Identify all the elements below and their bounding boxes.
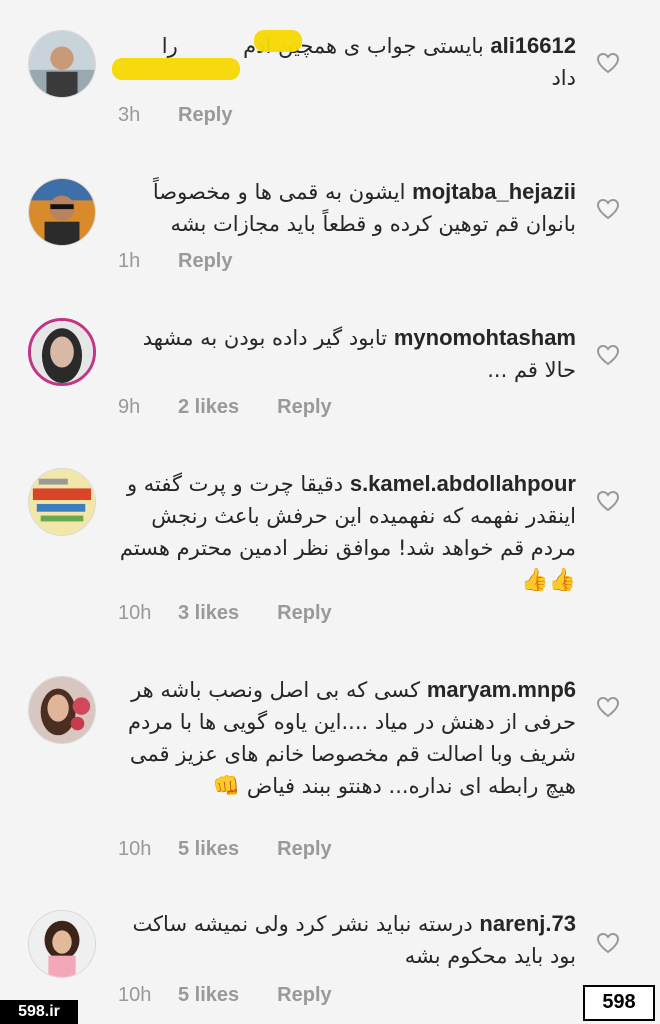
- avatar[interactable]: [28, 910, 96, 978]
- reply-button[interactable]: Reply: [277, 984, 331, 1007]
- comment-text: s.kamel.abdollahpour دقیقا چرت و پرت گفت…: [118, 468, 576, 597]
- reply-button[interactable]: Reply: [277, 396, 331, 419]
- redaction-highlight: [112, 58, 240, 80]
- heart-icon[interactable]: [596, 52, 620, 74]
- comment-line-1-tail: را: [161, 34, 178, 58]
- avatar[interactable]: [28, 318, 96, 386]
- reply-button[interactable]: Reply: [178, 104, 232, 127]
- comment-text: mynomohtasham تابود گیر داده بودن به مشه…: [118, 322, 576, 386]
- likes-count[interactable]: 5 likes: [178, 984, 239, 1007]
- likes-count[interactable]: 2 likes: [178, 396, 239, 419]
- username[interactable]: narenj.73: [479, 911, 576, 936]
- reply-button[interactable]: Reply: [277, 838, 331, 861]
- avatar[interactable]: [28, 676, 96, 744]
- username[interactable]: s.kamel.abdollahpour: [350, 471, 576, 496]
- avatar[interactable]: [28, 30, 96, 98]
- reply-button[interactable]: Reply: [178, 250, 232, 273]
- comment-text: mojtaba_hejazii ایشون به قمی ها و مخصوصا…: [118, 176, 576, 240]
- username[interactable]: maryam.mnp6: [427, 677, 576, 702]
- site-watermark: 598.ir: [0, 1000, 78, 1024]
- username[interactable]: mojtaba_hejazii: [412, 179, 576, 204]
- comment-meta: 3h Reply: [118, 104, 232, 127]
- avatar-photo: [29, 911, 95, 977]
- heart-icon[interactable]: [596, 932, 620, 954]
- comment-meta: 9h 2 likes Reply: [118, 396, 332, 419]
- comment-meta: 10h 5 likes Reply: [118, 984, 332, 1007]
- timestamp: 10h: [118, 602, 152, 624]
- reply-button[interactable]: Reply: [277, 602, 331, 625]
- redaction-highlight: [254, 30, 302, 52]
- timestamp: 1h: [118, 250, 141, 272]
- heart-icon[interactable]: [596, 490, 620, 512]
- comment-text: narenj.73 درسته نباید نشر کرد ولی نمیشه …: [118, 908, 576, 972]
- likes-count[interactable]: 5 likes: [178, 838, 239, 861]
- heart-icon[interactable]: [596, 344, 620, 366]
- comment-text: maryam.mnp6 کسی که بی اصل ونصب باشه هر ح…: [118, 674, 576, 803]
- likes-count[interactable]: 3 likes: [178, 602, 239, 625]
- username[interactable]: ali16612: [490, 33, 576, 58]
- comment-meta: 10h 5 likes Reply: [118, 838, 332, 861]
- timestamp: 10h: [118, 838, 152, 860]
- timestamp: 9h: [118, 396, 141, 418]
- avatar-photo: [31, 321, 93, 383]
- comment-line-2: داد: [551, 66, 576, 90]
- logo-watermark: 598: [583, 985, 655, 1021]
- timestamp: 10h: [118, 984, 152, 1006]
- avatar-photo: [29, 469, 95, 535]
- heart-icon[interactable]: [596, 696, 620, 718]
- avatar-photo: [29, 31, 95, 97]
- comment-meta: 1h Reply: [118, 250, 232, 273]
- fist-icon: 👊: [212, 774, 241, 799]
- thumbs-up-icon: 👍👍: [521, 568, 576, 593]
- avatar[interactable]: [28, 468, 96, 536]
- avatar[interactable]: [28, 178, 96, 246]
- avatar-photo: [29, 677, 95, 743]
- username[interactable]: mynomohtasham: [394, 325, 576, 350]
- comment-meta: 10h 3 likes Reply: [118, 602, 332, 625]
- timestamp: 3h: [118, 104, 141, 126]
- heart-icon[interactable]: [596, 198, 620, 220]
- avatar-photo: [29, 179, 95, 245]
